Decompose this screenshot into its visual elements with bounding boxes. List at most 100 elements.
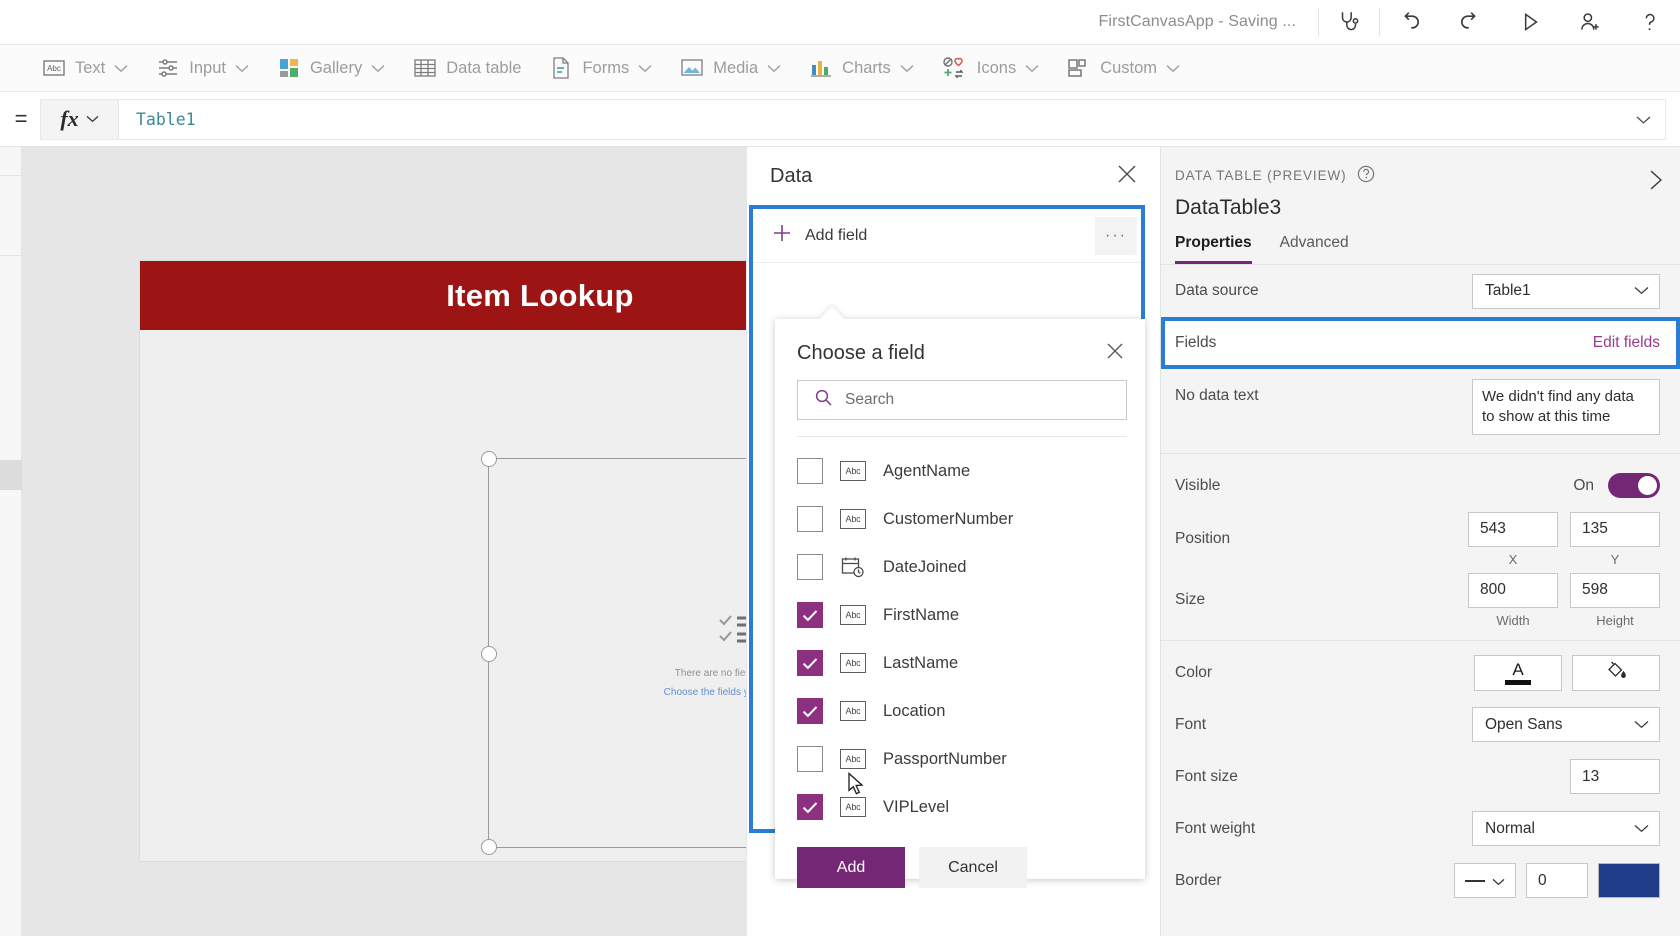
field-row-firstname[interactable]: Abc FirstName	[775, 591, 1145, 639]
data-panel-overflow-button[interactable]: ···	[1095, 217, 1137, 255]
fx-dropdown-button[interactable]: fx	[40, 98, 119, 140]
field-row-customernumber[interactable]: Abc CustomerNumber	[775, 495, 1145, 543]
text-type-icon: Abc	[840, 461, 866, 481]
resize-handle-top-left[interactable]	[481, 451, 497, 467]
chevron-down-icon	[1492, 873, 1505, 889]
no-data-text-input[interactable]: We didn't find any data to show at this …	[1472, 379, 1660, 435]
font-size-input[interactable]: 13	[1570, 759, 1660, 795]
search-input[interactable]: Search	[797, 380, 1127, 420]
equals-toggle-icon[interactable]: =	[2, 106, 40, 132]
resize-handle-bottom-left[interactable]	[481, 839, 497, 855]
help-icon[interactable]	[1620, 0, 1680, 45]
fields-label: Fields	[1175, 334, 1217, 351]
field-checkbox[interactable]	[797, 602, 823, 628]
size-height-input[interactable]: 598	[1570, 572, 1660, 608]
toolbar-item-data-table[interactable]: Data table	[399, 45, 535, 92]
position-x-input[interactable]: 543	[1468, 511, 1558, 547]
input-sliders-icon	[156, 56, 180, 80]
field-checkbox[interactable]	[797, 506, 823, 532]
fill-color-button[interactable]	[1572, 654, 1660, 691]
border-width-input[interactable]: 0	[1526, 863, 1588, 899]
position-y-input[interactable]: 135	[1570, 511, 1660, 547]
search-placeholder: Search	[845, 391, 895, 408]
cancel-button[interactable]: Cancel	[919, 847, 1027, 888]
size-width-input[interactable]: 800	[1468, 572, 1558, 608]
chevron-down-icon	[1634, 716, 1649, 734]
paint-bucket-icon	[1605, 659, 1627, 686]
property-row-font: Font Open Sans	[1161, 699, 1680, 751]
field-checkbox[interactable]	[797, 746, 823, 772]
field-checkbox[interactable]	[797, 794, 823, 820]
field-checkbox[interactable]	[797, 458, 823, 484]
text-type-icon: Abc	[840, 605, 866, 625]
formula-value: Table1	[136, 109, 196, 129]
property-row-fields[interactable]: Fields Edit fields	[1161, 317, 1680, 369]
close-icon[interactable]	[1116, 163, 1138, 190]
field-checkbox[interactable]	[797, 554, 823, 580]
screens-rail[interactable]	[0, 147, 22, 936]
edit-fields-link[interactable]: Edit fields	[1593, 334, 1660, 352]
toolbar-item-icons[interactable]: Icons	[928, 45, 1053, 92]
field-row-location[interactable]: Abc Location	[775, 687, 1145, 735]
border-color-swatch[interactable]	[1598, 863, 1660, 899]
toolbar-item-label: Data table	[446, 58, 522, 77]
toolbar-item-input[interactable]: Input	[142, 45, 263, 92]
field-checkbox[interactable]	[797, 698, 823, 724]
text-type-icon: Abc	[840, 653, 866, 673]
toolbar-item-label: Input	[189, 58, 226, 77]
play-preview-icon[interactable]	[1500, 0, 1560, 45]
font-weight-label: Font weight	[1175, 819, 1256, 837]
insert-toolbar: Abc Text Input Gallery Data table Forms …	[0, 45, 1680, 92]
chevron-down-icon	[114, 59, 128, 78]
toolbar-item-forms[interactable]: Forms	[535, 45, 666, 92]
font-select[interactable]: Open Sans	[1472, 707, 1660, 743]
help-circle-icon[interactable]	[1357, 165, 1375, 186]
forms-page-icon	[549, 56, 573, 80]
formula-input[interactable]: Table1	[119, 98, 1666, 140]
resize-handle-middle-left[interactable]	[481, 646, 497, 662]
field-row-lastname[interactable]: Abc LastName	[775, 639, 1145, 687]
chevron-down-icon	[1634, 820, 1649, 838]
field-row-agentname[interactable]: Abc AgentName	[775, 447, 1145, 495]
visible-toggle[interactable]	[1608, 473, 1660, 499]
chevron-down-icon	[371, 59, 385, 78]
chevron-down-icon	[900, 59, 914, 78]
add-field-label: Add field	[805, 226, 868, 244]
tab-advanced[interactable]: Advanced	[1280, 234, 1349, 264]
media-image-icon	[680, 57, 704, 79]
field-row-viplevel[interactable]: Abc VIPLevel	[775, 783, 1145, 831]
toolbar-item-charts[interactable]: Charts	[795, 45, 928, 92]
custom-blocks-icon	[1067, 57, 1091, 79]
icons-shapes-icon	[942, 56, 968, 80]
field-row-datejoined[interactable]: DateJoined	[775, 543, 1145, 591]
text-type-icon: Abc	[840, 749, 866, 769]
add-field-row[interactable]: Add field ···	[753, 209, 1141, 263]
data-source-select[interactable]: Table1	[1472, 273, 1660, 309]
toolbar-item-custom[interactable]: Custom	[1053, 45, 1194, 92]
border-style-select[interactable]	[1454, 863, 1516, 899]
font-color-icon: A	[1505, 661, 1531, 685]
share-user-icon[interactable]	[1560, 0, 1620, 45]
close-icon[interactable]	[1105, 341, 1125, 366]
chevron-right-icon[interactable]	[1648, 169, 1664, 196]
field-label: LastName	[883, 653, 959, 672]
undo-icon[interactable]	[1380, 0, 1440, 45]
font-weight-select[interactable]: Normal	[1472, 811, 1660, 847]
field-label: FirstName	[883, 605, 960, 624]
add-button[interactable]: Add	[797, 847, 905, 888]
toolbar-item-text[interactable]: Abc Text	[28, 45, 142, 92]
chevron-down-icon	[1634, 282, 1649, 300]
tab-properties[interactable]: Properties	[1175, 234, 1252, 264]
property-row-size: Size 800 Width 598 Height	[1161, 572, 1680, 634]
redo-icon[interactable]	[1440, 0, 1500, 45]
field-checkbox[interactable]	[797, 650, 823, 676]
chevron-down-icon[interactable]	[1636, 110, 1651, 129]
app-checker-icon[interactable]	[1319, 0, 1379, 45]
font-color-button[interactable]: A	[1474, 654, 1562, 691]
field-row-passportnumber[interactable]: Abc PassportNumber	[775, 735, 1145, 783]
data-panel-highlight-region: Add field ··· Choose a field Search Abc …	[749, 205, 1145, 888]
property-row-data-source: Data source Table1	[1161, 265, 1680, 317]
toolbar-item-gallery[interactable]: Gallery	[263, 45, 399, 92]
toolbar-item-media[interactable]: Media	[666, 45, 795, 92]
rail-screen-thumbnail[interactable]	[0, 460, 22, 490]
